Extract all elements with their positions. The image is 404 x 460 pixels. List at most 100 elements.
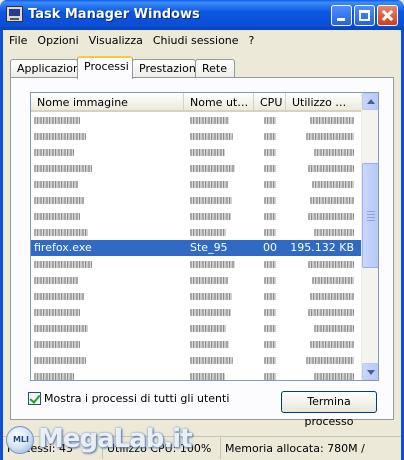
obscured-cell — [286, 224, 362, 240]
obscured-cell — [184, 256, 254, 272]
obscured-text — [314, 228, 354, 236]
show-all-label[interactable]: Mostra i processi di tutti gli utenti — [44, 392, 229, 405]
obscured-text — [312, 180, 354, 188]
table-row[interactable] — [31, 112, 362, 128]
scroll-up-button[interactable] — [362, 93, 378, 110]
obscured-text — [190, 180, 228, 188]
obscured-text — [190, 196, 232, 204]
obscured-cell — [254, 320, 286, 336]
obscured-cell — [286, 208, 362, 224]
watermark: MLI MegaLab.it — [0, 418, 193, 460]
obscured-cell — [286, 272, 362, 288]
show-all-processes[interactable]: Mostra i processi di tutti gli utenti — [28, 392, 229, 405]
obscured-cell — [254, 288, 286, 304]
table-row[interactable] — [31, 128, 362, 144]
table-row[interactable] — [31, 208, 362, 224]
minimize-button[interactable] — [331, 5, 352, 26]
tab-prestazioni[interactable]: Prestazioni — [132, 59, 199, 78]
obscured-text — [264, 308, 276, 316]
obscured-text — [310, 340, 354, 348]
menu-help[interactable]: ? — [244, 34, 260, 47]
menu-opzioni[interactable]: Opzioni — [32, 34, 83, 47]
obscured-cell — [254, 128, 286, 144]
title-bar[interactable]: Task Manager Windows — [0, 0, 404, 30]
table-row[interactable] — [31, 144, 362, 160]
table-row[interactable] — [31, 192, 362, 208]
obscured-cell — [286, 112, 362, 128]
table-row[interactable] — [31, 336, 362, 352]
obscured-text — [34, 132, 86, 140]
obscured-text — [264, 132, 276, 140]
obscured-cell — [286, 160, 362, 176]
table-row[interactable] — [31, 160, 362, 176]
cell-name: firefox.exe — [34, 241, 92, 254]
window-frame-left — [0, 30, 3, 460]
tab-rete[interactable]: Rete — [195, 59, 235, 78]
column-header-cpu[interactable]: CPU — [254, 93, 286, 112]
obscured-text — [264, 276, 276, 284]
thumb-grip — [367, 214, 375, 215]
tab-applicazioni[interactable]: Applicazioni — [10, 59, 83, 78]
obscured-cell — [286, 304, 362, 320]
obscured-cell — [31, 160, 184, 176]
obscured-cell — [184, 176, 254, 192]
obscured-text — [34, 148, 74, 156]
obscured-cell — [184, 272, 254, 288]
scroll-thumb[interactable] — [362, 163, 378, 268]
terminate-process-button[interactable]: Termina processo — [281, 391, 377, 428]
close-button[interactable] — [377, 5, 398, 26]
obscured-text — [264, 180, 276, 188]
obscured-cell — [254, 112, 286, 128]
tab-processi[interactable]: Processi — [77, 56, 133, 79]
obscured-cell — [184, 352, 254, 368]
scroll-down-button[interactable] — [362, 363, 378, 380]
table-row[interactable] — [31, 304, 362, 320]
table-row[interactable] — [31, 320, 362, 336]
obscured-cell — [254, 256, 286, 272]
process-list[interactable]: Nome immagine Nome ut… CPU Utilizzo … fi… — [30, 92, 379, 381]
obscured-cell — [286, 176, 362, 192]
obscured-text — [264, 292, 276, 300]
obscured-cell — [254, 336, 286, 352]
obscured-cell — [31, 272, 184, 288]
column-header-name[interactable]: Nome immagine — [31, 93, 184, 112]
show-all-checkbox[interactable] — [28, 392, 41, 405]
table-row[interactable] — [31, 272, 362, 288]
menu-visualizza[interactable]: Visualizza — [84, 34, 148, 47]
obscured-cell — [31, 224, 184, 240]
obscured-cell — [184, 288, 254, 304]
table-row[interactable] — [31, 256, 362, 272]
menu-chiudi-sessione[interactable]: Chiudi sessione — [148, 34, 244, 47]
watermark-badge-text: MLI — [12, 435, 30, 444]
column-header-memory[interactable]: Utilizzo … — [286, 93, 362, 112]
obscured-cell — [286, 192, 362, 208]
table-row-selected[interactable]: firefox.exe Ste_95 00 195.132 KB — [31, 240, 362, 256]
obscured-cell — [184, 112, 254, 128]
obscured-text — [264, 212, 276, 220]
obscured-text — [310, 196, 354, 204]
obscured-text — [34, 180, 78, 188]
vertical-scrollbar[interactable] — [361, 93, 378, 380]
obscured-cell — [31, 368, 184, 380]
obscured-cell — [31, 192, 184, 208]
obscured-text — [34, 164, 92, 172]
obscured-text — [264, 164, 276, 172]
obscured-text — [190, 340, 229, 348]
obscured-text — [190, 324, 226, 332]
table-row[interactable] — [31, 176, 362, 192]
obscured-cell — [286, 288, 362, 304]
status-memory: Memoria allocata: 780M / — [225, 442, 365, 455]
obscured-text — [34, 196, 84, 204]
obscured-cell — [31, 256, 184, 272]
table-row[interactable] — [31, 368, 362, 380]
maximize-button[interactable] — [354, 5, 375, 26]
column-header-user[interactable]: Nome ut… — [184, 93, 254, 112]
cell-cpu: 00 — [263, 241, 277, 254]
obscured-text — [264, 260, 276, 268]
table-row[interactable] — [31, 352, 362, 368]
table-row[interactable] — [31, 224, 362, 240]
table-row[interactable] — [31, 288, 362, 304]
obscured-text — [190, 212, 231, 220]
obscured-cell — [286, 144, 362, 160]
menu-file[interactable]: File — [3, 34, 32, 47]
